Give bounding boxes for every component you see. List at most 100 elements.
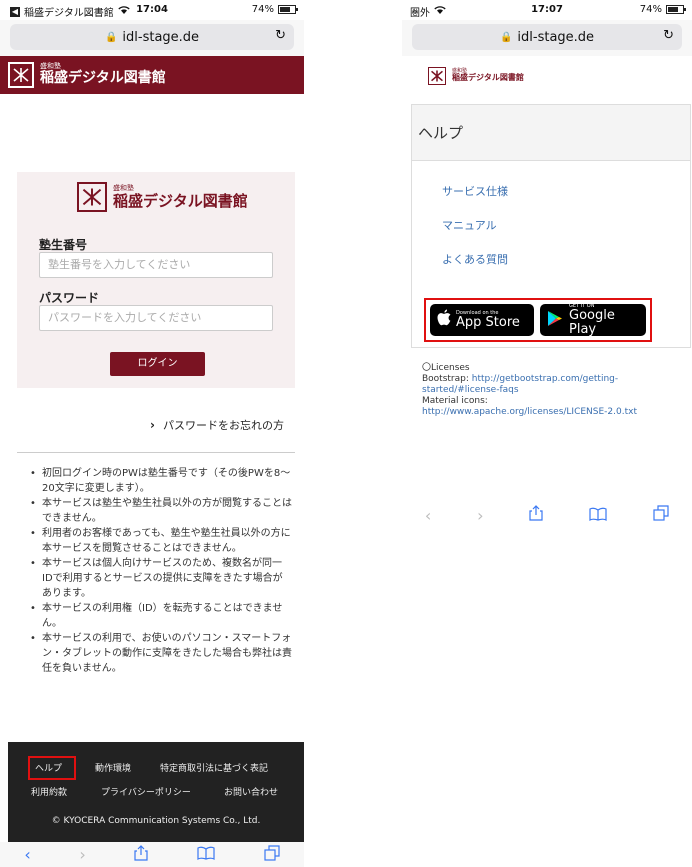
notice-list: 初回ログイン時のPWは塾生番号です（その後PWを8〜20文字に変更します）。 本… <box>30 466 292 676</box>
back-icon[interactable]: ‹ <box>24 845 30 864</box>
password-label: パスワード <box>39 291 100 305</box>
google-play-icon <box>547 310 563 331</box>
library-logo-icon <box>8 62 34 88</box>
carrier-status: 圏外 <box>410 4 446 19</box>
library-logo-icon <box>77 182 107 212</box>
service-spec-link[interactable]: サービス仕様 <box>442 175 690 209</box>
google-play-badge[interactable]: GET IT ON Google Play <box>540 303 646 337</box>
member-id-label: 塾生番号 <box>39 238 88 252</box>
login-logo: 盛和塾 稲盛デジタル図書館 <box>77 182 248 212</box>
help-title: ヘルプ <box>412 105 690 161</box>
bookmarks-icon[interactable] <box>197 845 215 864</box>
list-item: 本サービスの利用で、お使いのパソコン・スマートフォン・タブレットの動作に支障をき… <box>30 631 292 676</box>
address-bar[interactable]: 🔒 idl-stage.de ↻ <box>412 24 682 50</box>
wifi-icon <box>118 5 130 18</box>
brand-name: 稲盛デジタル図書館 <box>40 70 166 87</box>
status-time: 17:07 <box>531 4 563 15</box>
battery-status: 74% <box>639 4 686 15</box>
password-input[interactable]: パスワードを入力してください <box>39 305 273 331</box>
battery-fill <box>280 7 291 12</box>
chevron-right-icon: › <box>150 418 155 432</box>
list-item: 利用者のお客様であっても、塾生や塾生社員以外の方に本サービスを閲覧させることはで… <box>30 526 292 556</box>
member-id-input[interactable]: 塾生番号を入力してください <box>39 252 273 278</box>
footer-contact-link[interactable]: お問い合わせ <box>224 785 278 798</box>
battery-percent: 74% <box>639 4 662 15</box>
share-icon[interactable] <box>134 844 148 865</box>
help-panel: ヘルプ サービス仕様 マニュアル よくある質問 Download on the … <box>411 104 691 348</box>
app-store-badge[interactable]: Download on the App Store <box>430 304 534 336</box>
brand-name: 稲盛デジタル図書館 <box>452 73 524 83</box>
left-phone-screen: ◀ 稲盛デジタル図書館 17:04 74% 🔒 idl-stage.de ↻ 盛… <box>0 0 304 867</box>
brand-name: 稲盛デジタル図書館 <box>113 191 248 210</box>
bootstrap-label: Bootstrap: <box>422 374 469 384</box>
manual-link[interactable]: マニュアル <box>442 209 690 243</box>
footer-help-link[interactable]: ヘルプ <box>35 761 62 774</box>
forgot-password-text: パスワードをお忘れの方 <box>162 419 284 432</box>
app-store-big: App Store <box>456 315 520 330</box>
browser-toolbar: ‹ › <box>0 842 304 867</box>
site-header-logo[interactable]: 盛和塾 稲盛デジタル図書館 <box>402 56 692 96</box>
site-footer: ヘルプ 動作環境 特定商取引法に基づく表記 利用約款 プライバシーポリシー お問… <box>8 742 304 842</box>
library-logo-icon <box>428 67 446 85</box>
battery-percent: 74% <box>251 4 274 15</box>
browser-toolbar: ‹ › <box>402 500 692 530</box>
url-text: idl-stage.de <box>122 29 200 45</box>
footer-tokushoho-link[interactable]: 特定商取引法に基づく表記 <box>160 761 268 774</box>
back-arrow-icon: ◀ <box>10 6 20 17</box>
licenses-section: 〇Licenses Bootstrap: http://getbootstrap… <box>422 363 692 418</box>
login-button[interactable]: ログイン <box>110 352 205 376</box>
material-label: Material icons: <box>422 396 488 406</box>
footer-privacy-link[interactable]: プライバシーポリシー <box>101 785 191 798</box>
battery-fill <box>668 7 679 12</box>
tabs-icon[interactable] <box>653 505 669 525</box>
battery-status: 74% <box>251 4 298 15</box>
site-header: 盛和塾 稲盛デジタル図書館 <box>0 56 304 94</box>
app-store-text: Download on the App Store <box>456 310 520 330</box>
apple-icon <box>437 309 451 331</box>
google-play-big: Google Play <box>569 308 615 337</box>
url-text: idl-stage.de <box>517 29 595 45</box>
address-bar[interactable]: 🔒 idl-stage.de ↻ <box>10 24 294 50</box>
reload-icon[interactable]: ↻ <box>275 28 286 43</box>
reload-icon[interactable]: ↻ <box>663 28 674 43</box>
faq-link[interactable]: よくある質問 <box>442 243 690 277</box>
forgot-password-link[interactable]: › パスワードをお忘れの方 <box>150 417 284 433</box>
bookmarks-icon[interactable] <box>589 506 607 525</box>
back-to-app[interactable]: ◀ 稲盛デジタル図書館 <box>10 4 130 19</box>
browser-address-area: 🔒 idl-stage.de ↻ <box>402 20 692 56</box>
tabs-icon[interactable] <box>264 844 280 865</box>
google-play-text: GET IT ON Google Play <box>569 303 646 337</box>
status-bar: 圏外 17:07 74% <box>402 0 692 20</box>
forward-icon[interactable]: › <box>79 845 85 864</box>
footer-environment-link[interactable]: 動作環境 <box>95 761 131 774</box>
carrier-text: 圏外 <box>410 8 430 19</box>
browser-address-area: 🔒 idl-stage.de ↻ <box>0 20 304 56</box>
footer-terms-link[interactable]: 利用約款 <box>31 785 67 798</box>
back-icon[interactable]: ‹ <box>425 506 431 525</box>
status-time: 17:04 <box>136 4 168 15</box>
help-link-list: サービス仕様 マニュアル よくある質問 <box>412 161 690 277</box>
divider <box>17 452 295 453</box>
wifi-icon <box>434 5 446 18</box>
battery-icon <box>278 5 298 14</box>
site-brand: 盛和塾 稲盛デジタル図書館 <box>40 63 166 86</box>
lock-icon: 🔒 <box>499 31 513 43</box>
status-bar: ◀ 稲盛デジタル図書館 17:04 74% <box>0 0 304 20</box>
store-badges-highlight: Download on the App Store GET IT ON Goog… <box>424 298 652 342</box>
battery-icon <box>666 5 686 14</box>
list-item: 本サービスの利用権（ID）を転売することはできません。 <box>30 601 292 631</box>
lock-icon: 🔒 <box>104 31 118 43</box>
licenses-heading: 〇Licenses <box>422 363 470 373</box>
list-item: 本サービスは塾生や塾生社員以外の方が閲覧することはできません。 <box>30 496 292 526</box>
site-brand: 盛和塾 稲盛デジタル図書館 <box>452 68 524 83</box>
share-icon[interactable] <box>529 505 543 525</box>
back-app-name: 稲盛デジタル図書館 <box>24 8 114 19</box>
list-item: 本サービスは個人向けサービスのため、複数名が同一IDで利用するとサービスの提供に… <box>30 556 292 601</box>
copyright-text: © KYOCERA Communication Systems Co., Ltd… <box>51 816 261 826</box>
right-phone-screen: 圏外 17:07 74% 🔒 idl-stage.de ↻ 盛和塾 稲盛デジタル… <box>402 0 692 540</box>
login-form: 盛和塾 稲盛デジタル図書館 塾生番号 塾生番号を入力してください パスワード パ… <box>17 172 295 388</box>
list-item: 初回ログイン時のPWは塾生番号です（その後PWを8〜20文字に変更します）。 <box>30 466 292 496</box>
material-license-link[interactable]: http://www.apache.org/licenses/LICENSE-2… <box>422 407 692 418</box>
forward-icon[interactable]: › <box>477 506 483 525</box>
login-brand: 盛和塾 稲盛デジタル図書館 <box>113 184 248 210</box>
